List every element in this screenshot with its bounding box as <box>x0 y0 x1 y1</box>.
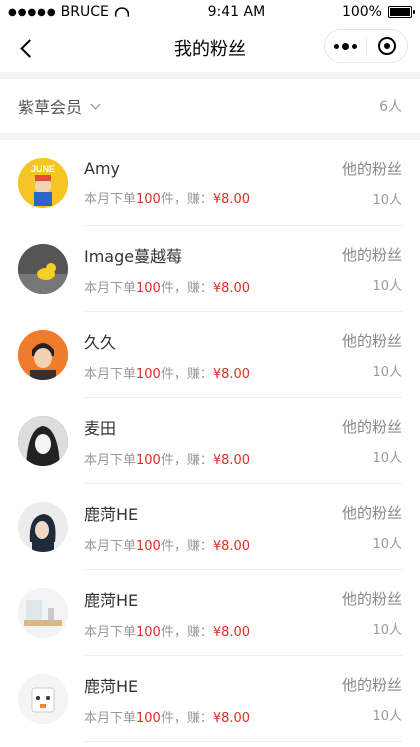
more-button[interactable] <box>325 30 366 62</box>
fan-name: 鹿菏HE <box>84 504 139 524</box>
status-bar: ●●●●● BRUCE 9:41 AM 100% <box>0 0 420 24</box>
fans-count: 10人 <box>372 365 402 380</box>
battery-percent: 100% <box>341 4 382 20</box>
fan-stats: 本月下单100件，赚：¥8.00 <box>84 280 251 296</box>
signal-dots-icon: ●●●●● <box>8 6 57 18</box>
list-item[interactable]: 鹿菏HE 本月下单100件，赚：¥8.00 他的粉丝 10人 <box>0 656 420 742</box>
list-item[interactable]: Image蔓越莓 本月下单100件，赚：¥8.00 他的粉丝 10人 <box>0 226 420 312</box>
list-item[interactable]: JUNE Amy 本月下单100件，赚：¥8.00 他的粉丝 10人 <box>0 140 420 226</box>
avatar: JUNE <box>18 158 68 208</box>
fan-stats: 本月下单100件，赚：¥8.00 <box>84 624 251 640</box>
close-button[interactable] <box>366 30 407 62</box>
fans-count: 10人 <box>372 623 402 638</box>
fans-count: 10人 <box>372 709 402 724</box>
fan-stats: 本月下单100件，赚：¥8.00 <box>84 538 251 554</box>
fans-count: 10人 <box>372 451 402 466</box>
avatar <box>18 588 68 638</box>
avatar <box>18 502 68 552</box>
fan-stats: 本月下单100件，赚：¥8.00 <box>84 710 251 726</box>
his-fans-link[interactable]: 他的粉丝 <box>342 502 402 523</box>
member-count: 6人 <box>379 99 402 115</box>
page-title: 我的粉丝 <box>174 39 246 60</box>
his-fans-link[interactable]: 他的粉丝 <box>342 416 402 437</box>
fans-list: JUNE Amy 本月下单100件，赚：¥8.00 他的粉丝 10人 Image… <box>0 140 420 742</box>
back-button[interactable] <box>12 32 40 64</box>
nav-bar: 我的粉丝 <box>0 24 420 72</box>
target-icon <box>377 37 396 55</box>
list-item[interactable]: 鹿菏HE 本月下单100件，赚：¥8.00 他的粉丝 10人 <box>0 484 420 570</box>
his-fans-link[interactable]: 他的粉丝 <box>342 588 402 609</box>
member-type-label: 紫草会员 <box>18 98 83 117</box>
fan-name: 鹿菏HE <box>84 590 139 610</box>
status-time: 9:41 AM <box>207 4 266 20</box>
his-fans-link[interactable]: 他的粉丝 <box>342 158 402 179</box>
fan-stats: 本月下单100件，赚：¥8.00 <box>84 192 251 207</box>
fan-name: 麦田 <box>84 418 117 438</box>
capsule-menu <box>324 29 408 63</box>
fan-name: 久久 <box>84 332 117 352</box>
carrier-name: BRUCE <box>60 4 109 20</box>
chevron-down-icon <box>90 99 101 109</box>
fans-count: 10人 <box>372 279 402 294</box>
filter-bar: 紫草会员 6人 <box>0 79 420 133</box>
list-item[interactable]: 鹿菏HE 本月下单100件，赚：¥8.00 他的粉丝 10人 <box>0 570 420 656</box>
fan-stats: 本月下单100件，赚：¥8.00 <box>84 452 251 468</box>
fan-name: 鹿菏HE <box>84 676 139 696</box>
avatar <box>18 416 68 466</box>
fans-count: 10人 <box>372 193 402 208</box>
wifi-icon <box>114 7 130 17</box>
svg-text:JUNE: JUNE <box>31 164 55 174</box>
list-item[interactable]: 麦田 本月下单100件，赚：¥8.00 他的粉丝 10人 <box>0 398 420 484</box>
member-type-dropdown[interactable]: 紫草会员 <box>18 94 101 118</box>
avatar <box>18 674 68 724</box>
fan-name: Amy <box>84 159 120 178</box>
avatar <box>18 244 68 294</box>
list-item[interactable]: 久久 本月下单100件，赚：¥8.00 他的粉丝 10人 <box>0 312 420 398</box>
battery-icon <box>387 6 415 18</box>
fans-count: 10人 <box>372 537 402 552</box>
his-fans-link[interactable]: 他的粉丝 <box>342 674 402 695</box>
fan-stats: 本月下单100件，赚：¥8.00 <box>84 366 251 382</box>
fan-name: Image蔓越莓 <box>84 246 183 266</box>
avatar <box>18 330 68 380</box>
chevron-left-icon <box>19 38 39 58</box>
more-dots-icon <box>333 43 339 49</box>
his-fans-link[interactable]: 他的粉丝 <box>342 244 402 265</box>
his-fans-link[interactable]: 他的粉丝 <box>342 330 402 351</box>
